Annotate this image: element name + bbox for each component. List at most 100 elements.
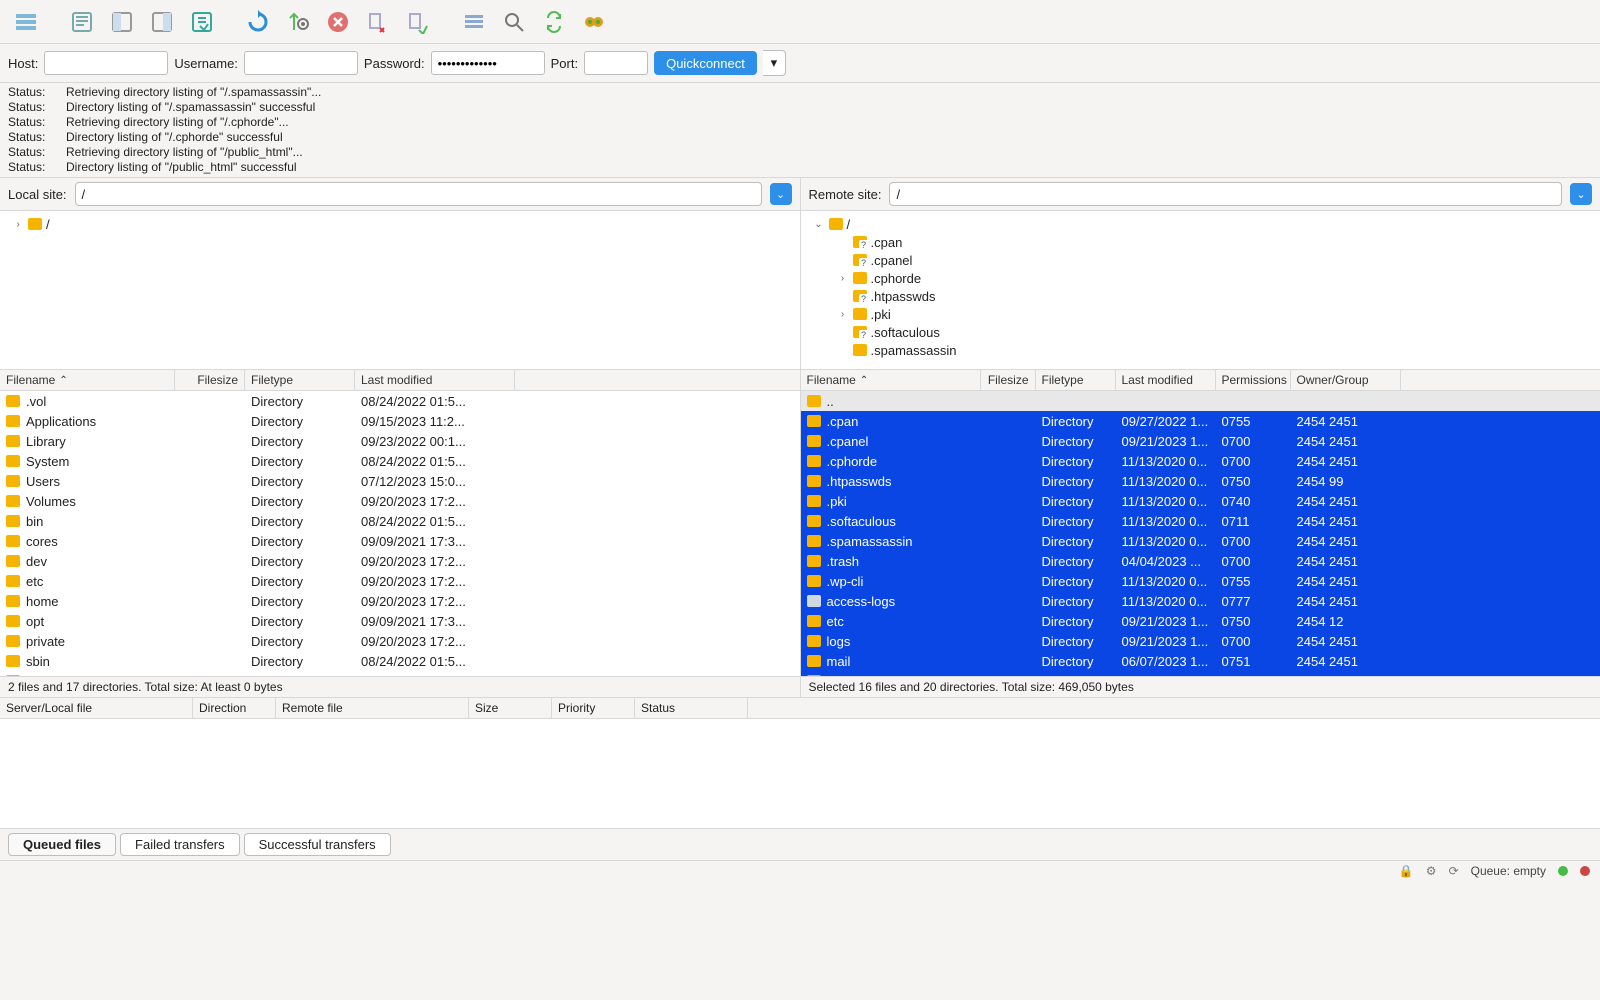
remote-file-list[interactable]: ...cpanDirectory09/27/2022 1...07552454 … bbox=[801, 391, 1600, 676]
list-item[interactable]: etcDirectory09/21/2023 1...07502454 12 bbox=[801, 611, 1600, 631]
cancel-button[interactable] bbox=[320, 5, 356, 39]
process-queue-button[interactable] bbox=[280, 5, 316, 39]
queue-col-remote[interactable]: Remote file bbox=[276, 698, 469, 718]
quickconnect-dropdown[interactable]: ▾ bbox=[763, 50, 786, 76]
tree-label: .htpasswds bbox=[871, 289, 936, 304]
username-input[interactable] bbox=[244, 51, 358, 75]
list-item[interactable]: .volDirectory08/24/2022 01:5... bbox=[0, 391, 800, 411]
queue-header[interactable]: Server/Local file Direction Remote file … bbox=[0, 698, 1600, 719]
list-item[interactable]: optDirectory09/09/2021 17:3... bbox=[0, 611, 800, 631]
list-item[interactable]: logsDirectory09/21/2023 1...07002454 245… bbox=[801, 631, 1600, 651]
list-item[interactable]: .trashDirectory04/04/2023 ...07002454 24… bbox=[801, 551, 1600, 571]
list-item[interactable]: .cpanDirectory09/27/2022 1...07552454 24… bbox=[801, 411, 1600, 431]
quickconnect-button[interactable]: Quickconnect bbox=[654, 51, 757, 75]
tab-successful[interactable]: Successful transfers bbox=[244, 833, 391, 856]
tree-node[interactable]: .htpasswds bbox=[807, 287, 1595, 305]
toggle-local-tree-button[interactable] bbox=[104, 5, 140, 39]
list-item[interactable]: .htpasswdsDirectory11/13/2020 0...075024… bbox=[801, 471, 1600, 491]
queue-col-status[interactable]: Status bbox=[635, 698, 748, 718]
queue-col-size[interactable]: Size bbox=[469, 698, 552, 718]
toggle-queue-button[interactable] bbox=[184, 5, 220, 39]
file-type: Directory bbox=[245, 494, 355, 509]
site-manager-button[interactable] bbox=[8, 5, 44, 39]
list-item[interactable]: homeDirectory09/20/2023 17:2... bbox=[0, 591, 800, 611]
list-item[interactable]: .pkiDirectory11/13/2020 0...07402454 245… bbox=[801, 491, 1600, 511]
list-item[interactable]: privateDirectory09/20/2023 17:2... bbox=[0, 631, 800, 651]
toggle-remote-tree-button[interactable] bbox=[144, 5, 180, 39]
list-item[interactable]: .cpanelDirectory09/21/2023 1...07002454 … bbox=[801, 431, 1600, 451]
tree-node[interactable]: ›.pki bbox=[807, 305, 1595, 323]
file-name: perl5 bbox=[827, 674, 856, 677]
refresh-button[interactable] bbox=[240, 5, 276, 39]
list-item[interactable]: ApplicationsDirectory09/15/2023 11:2... bbox=[0, 411, 800, 431]
list-item[interactable]: .cphordeDirectory11/13/2020 0...07002454… bbox=[801, 451, 1600, 471]
list-item[interactable]: perl5Directory11/19/2020 0...07552454 24… bbox=[801, 671, 1600, 676]
queue-col-priority[interactable]: Priority bbox=[552, 698, 635, 718]
tree-node[interactable]: .cpan bbox=[807, 233, 1595, 251]
tab-failed[interactable]: Failed transfers bbox=[120, 833, 240, 856]
list-item[interactable]: binDirectory08/24/2022 01:5... bbox=[0, 511, 800, 531]
list-item[interactable]: coresDirectory09/09/2021 17:3... bbox=[0, 531, 800, 551]
list-item[interactable]: SystemDirectory08/24/2022 01:5... bbox=[0, 451, 800, 471]
queue-col-direction[interactable]: Direction bbox=[193, 698, 276, 718]
expand-arrow-icon[interactable]: › bbox=[837, 309, 849, 320]
queue-col-file[interactable]: Server/Local file bbox=[0, 698, 193, 718]
tree-node[interactable]: ⌄/ bbox=[807, 215, 1595, 233]
local-col-modified[interactable]: Last modified bbox=[355, 370, 515, 390]
remote-col-permissions[interactable]: Permissions bbox=[1216, 370, 1291, 390]
disconnect-button[interactable] bbox=[360, 5, 396, 39]
file-modified: 09/20/2023 17:2... bbox=[355, 634, 515, 649]
list-item[interactable]: sbinDirectory08/24/2022 01:5... bbox=[0, 651, 800, 671]
settings-icon[interactable]: ⚙ bbox=[1426, 864, 1437, 878]
tree-node[interactable]: .softaculous bbox=[807, 323, 1595, 341]
remote-col-owner[interactable]: Owner/Group bbox=[1291, 370, 1401, 390]
list-item[interactable]: tmpDirectory09/21/2023 10:4... bbox=[0, 671, 800, 676]
list-item[interactable]: access-logsDirectory11/13/2020 0...07772… bbox=[801, 591, 1600, 611]
filter-button[interactable] bbox=[456, 5, 492, 39]
file-name: etc bbox=[26, 574, 43, 589]
remote-col-filesize[interactable]: Filesize bbox=[981, 370, 1036, 390]
local-list-header[interactable]: Filename⌃ Filesize Filetype Last modifie… bbox=[0, 370, 800, 391]
host-input[interactable] bbox=[44, 51, 168, 75]
list-item[interactable]: etcDirectory09/20/2023 17:2... bbox=[0, 571, 800, 591]
remote-list-header[interactable]: Filename⌃ Filesize Filetype Last modifie… bbox=[801, 370, 1600, 391]
local-file-list[interactable]: .volDirectory08/24/2022 01:5...Applicati… bbox=[0, 391, 800, 676]
list-item[interactable]: mailDirectory06/07/2023 1...07512454 245… bbox=[801, 651, 1600, 671]
tree-node[interactable]: .spamassassin bbox=[807, 341, 1595, 359]
tree-node[interactable]: .cpanel bbox=[807, 251, 1595, 269]
remote-col-modified[interactable]: Last modified bbox=[1116, 370, 1216, 390]
list-item[interactable]: .softaculousDirectory11/13/2020 0...0711… bbox=[801, 511, 1600, 531]
list-item[interactable]: UsersDirectory07/12/2023 15:0... bbox=[0, 471, 800, 491]
remote-path-input[interactable]: / bbox=[889, 182, 1562, 206]
queue-list[interactable] bbox=[0, 719, 1600, 828]
list-item[interactable]: .spamassassinDirectory11/13/2020 0...070… bbox=[801, 531, 1600, 551]
sync-browse-button[interactable] bbox=[536, 5, 572, 39]
local-path-input[interactable]: / bbox=[75, 182, 762, 206]
search-remote-button[interactable] bbox=[576, 5, 612, 39]
remote-col-filetype[interactable]: Filetype bbox=[1036, 370, 1116, 390]
remote-col-filename[interactable]: Filename⌃ bbox=[801, 370, 981, 390]
parent-dir[interactable]: .. bbox=[801, 391, 1600, 411]
tab-queued[interactable]: Queued files bbox=[8, 833, 116, 856]
list-item[interactable]: VolumesDirectory09/20/2023 17:2... bbox=[0, 491, 800, 511]
local-col-filesize[interactable]: Filesize bbox=[175, 370, 245, 390]
expand-arrow-icon[interactable]: › bbox=[837, 273, 849, 284]
list-item[interactable]: devDirectory09/20/2023 17:2... bbox=[0, 551, 800, 571]
local-col-filetype[interactable]: Filetype bbox=[245, 370, 355, 390]
tree-node[interactable]: ›.cphorde bbox=[807, 269, 1595, 287]
reconnect-button[interactable] bbox=[400, 5, 436, 39]
expand-arrow-icon[interactable]: › bbox=[12, 219, 24, 230]
port-input[interactable] bbox=[584, 51, 648, 75]
expand-arrow-icon[interactable]: ⌄ bbox=[813, 219, 825, 230]
local-path-dropdown[interactable]: ⌄ bbox=[770, 183, 792, 205]
password-input[interactable] bbox=[431, 51, 545, 75]
remote-tree[interactable]: ⌄/.cpan.cpanel›.cphorde.htpasswds›.pki.s… bbox=[801, 211, 1600, 370]
directory-compare-button[interactable] bbox=[496, 5, 532, 39]
local-tree[interactable]: ›/ bbox=[0, 211, 800, 370]
list-item[interactable]: LibraryDirectory09/23/2022 00:1... bbox=[0, 431, 800, 451]
list-item[interactable]: .wp-cliDirectory11/13/2020 0...07552454 … bbox=[801, 571, 1600, 591]
toggle-log-button[interactable] bbox=[64, 5, 100, 39]
remote-path-dropdown[interactable]: ⌄ bbox=[1570, 183, 1592, 205]
local-col-filename[interactable]: Filename⌃ bbox=[0, 370, 175, 390]
tree-node[interactable]: ›/ bbox=[6, 215, 794, 233]
